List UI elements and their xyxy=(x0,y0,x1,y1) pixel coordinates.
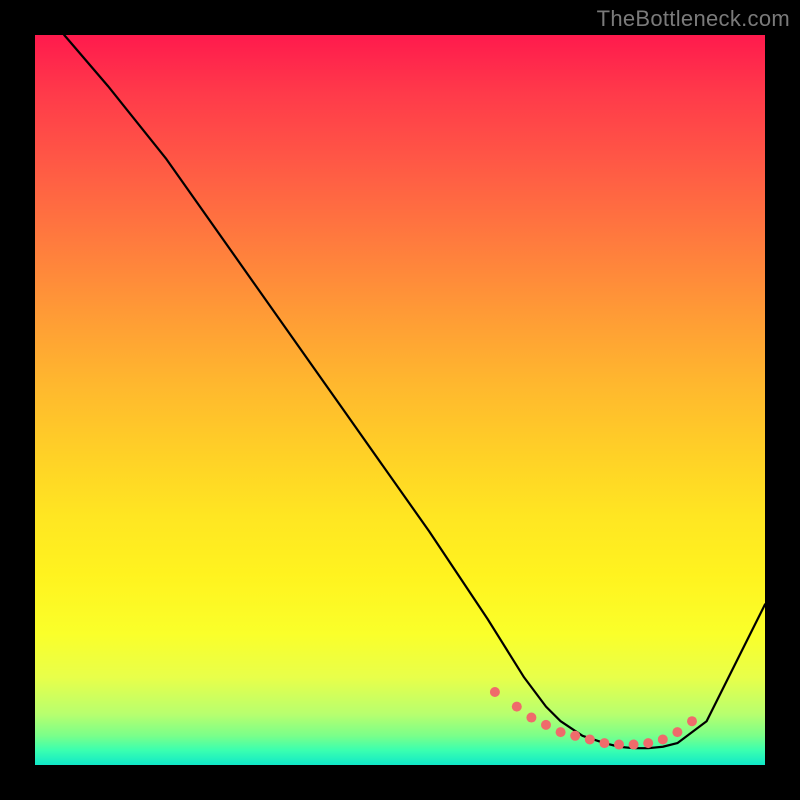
watermark-text: TheBottleneck.com xyxy=(597,6,790,32)
marker-dot xyxy=(658,734,668,744)
marker-dot xyxy=(541,720,551,730)
marker-dot xyxy=(629,740,639,750)
curve-line xyxy=(64,35,765,748)
marker-dot xyxy=(614,740,624,750)
marker-dot xyxy=(526,713,536,723)
marker-dots xyxy=(490,687,697,750)
marker-dot xyxy=(643,738,653,748)
chart-frame: TheBottleneck.com xyxy=(0,0,800,800)
marker-dot xyxy=(599,738,609,748)
marker-dot xyxy=(585,734,595,744)
chart-svg xyxy=(35,35,765,765)
plot-area xyxy=(35,35,765,765)
marker-dot xyxy=(570,731,580,741)
marker-dot xyxy=(556,727,566,737)
marker-dot xyxy=(490,687,500,697)
marker-dot xyxy=(687,716,697,726)
marker-dot xyxy=(672,727,682,737)
marker-dot xyxy=(512,702,522,712)
